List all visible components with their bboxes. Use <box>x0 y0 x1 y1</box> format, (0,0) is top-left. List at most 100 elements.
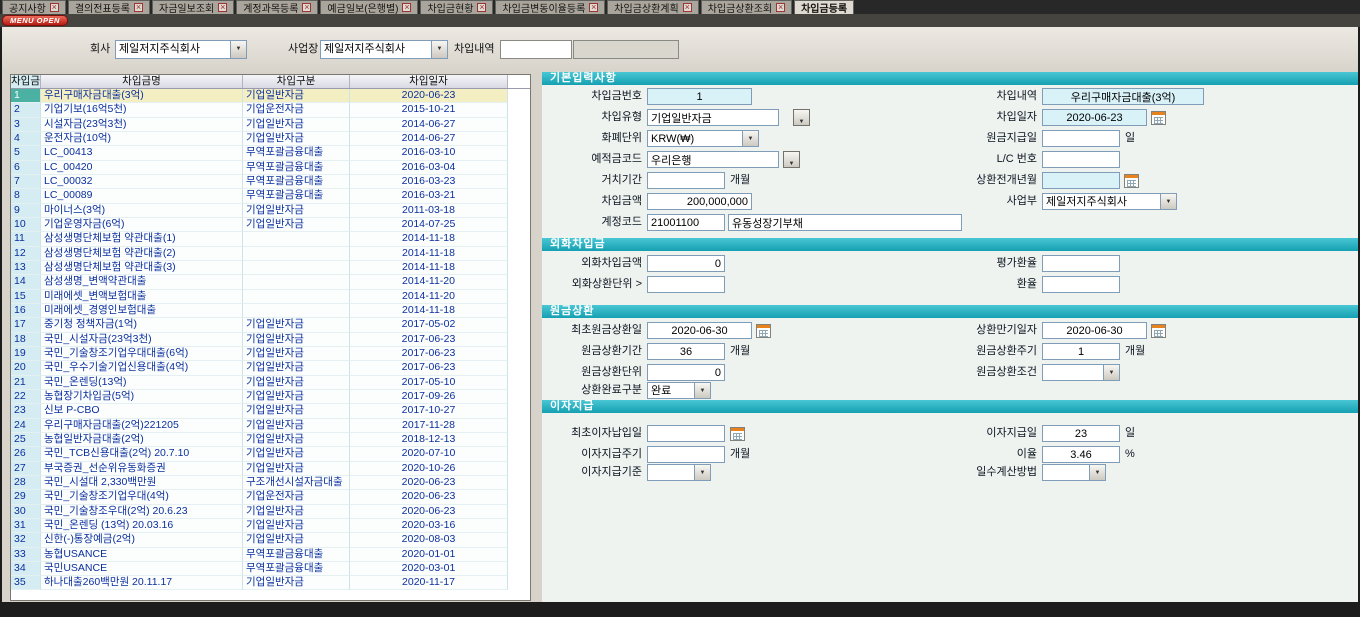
table-row[interactable]: 11 삼성생명단체보험 약관대출(1) 2014-11-18 <box>11 232 530 246</box>
table-row[interactable]: 22 농협장기차입금(5억) 기업일반자금 2017-09-26 <box>11 390 530 404</box>
cell-loan-date: 2015-10-21 <box>350 103 508 117</box>
tab[interactable]: 차입금상환계획 <box>607 0 698 14</box>
table-row[interactable]: 33 농협USANCE 무역포괄금융대출 2020-01-01 <box>11 548 530 562</box>
tab[interactable]: 차입금상환조회 <box>701 0 792 14</box>
tab-close-icon[interactable] <box>683 3 692 12</box>
interest-cycle-input[interactable] <box>647 446 725 463</box>
loan-date-input[interactable] <box>1042 109 1147 126</box>
menu-open-button[interactable]: MENU OPEN <box>2 15 68 26</box>
loan-desc-input[interactable] <box>1042 88 1204 105</box>
interest-rate-input[interactable] <box>1042 446 1120 463</box>
deposit-code-dropdown-icon[interactable] <box>783 151 800 168</box>
tab[interactable]: 자금일보조회 <box>152 0 234 14</box>
table-row[interactable]: 23 신보 P-CBO 기업일반자금 2017-10-27 <box>11 404 530 418</box>
table-row[interactable]: 3 시설자금(23억3천) 기업일반자금 2014-06-27 <box>11 118 530 132</box>
table-row[interactable]: 1 우리구매자금대출(3억) 기업일반자금 2020-06-23 <box>11 89 530 103</box>
table-row[interactable]: 27 부국증권_선순위유동화증권 기업일반자금 2020-10-26 <box>11 462 530 476</box>
table-row[interactable]: 12 삼성생명단체보험 약관대출(2) 2014-11-18 <box>11 247 530 261</box>
table-row[interactable]: 24 우리구매자금대출(2억)221205 기업일반자금 2017-11-28 <box>11 419 530 433</box>
interest-basis-select[interactable] <box>647 464 711 481</box>
tab[interactable]: 예금일보(은행별) <box>320 0 418 14</box>
loan-search-input[interactable] <box>500 40 572 59</box>
account-code-input[interactable] <box>647 214 725 231</box>
table-row[interactable]: 13 삼성생명단체보험 약관대출(3) 2014-11-18 <box>11 261 530 275</box>
table-row[interactable]: 28 국민_시설대 2,330백만원 구조개선시설자금대출 2020-06-23 <box>11 476 530 490</box>
table-row[interactable]: 19 국민_기술창조기업우대대출(6억) 기업일반자금 2017-06-23 <box>11 347 530 361</box>
tab[interactable]: 차입금등록 <box>794 0 854 14</box>
first-principal-date-input[interactable] <box>647 322 752 339</box>
table-row[interactable]: 20 국민_우수기술기업신용대출(4억) 기업일반자금 2017-06-23 <box>11 361 530 375</box>
tab-close-icon[interactable] <box>477 3 486 12</box>
calendar-icon[interactable] <box>1151 324 1166 338</box>
table-row[interactable]: 16 미래에셋_경영인보험대출 2014-11-18 <box>11 304 530 318</box>
loan-search-display <box>573 40 679 59</box>
tab[interactable]: 계정과목등록 <box>236 0 318 14</box>
table-row[interactable]: 14 삼성생명_변액약관대출 2014-11-20 <box>11 275 530 289</box>
tab-close-icon[interactable] <box>302 3 311 12</box>
table-row[interactable]: 29 국민_기술창조기업우대(4억) 기업운전자금 2020-06-23 <box>11 490 530 504</box>
fx-unit-input[interactable] <box>647 276 725 293</box>
day-count-select[interactable] <box>1042 464 1106 481</box>
loan-type-input[interactable] <box>647 109 779 126</box>
account-name-input[interactable] <box>728 214 962 231</box>
tab[interactable]: 차입금현황 <box>420 0 493 14</box>
table-row[interactable]: 17 중기청 정책자금(1억) 기업일반자금 2017-05-02 <box>11 318 530 332</box>
eval-rate-input[interactable] <box>1042 255 1120 272</box>
ex-rate-input[interactable] <box>1042 276 1120 293</box>
tab-close-icon[interactable] <box>134 3 143 12</box>
table-row[interactable]: 35 하나대출260백만원 20.11.17 기업일반자금 2020-11-17 <box>11 576 530 590</box>
repay-status-select[interactable]: 완료 <box>647 382 711 399</box>
table-row[interactable]: 8 LC_00089 무역포괄금융대출 2016-03-21 <box>11 189 530 203</box>
company-select[interactable]: 제일저지주식회사 <box>115 40 247 59</box>
loan-no-input[interactable] <box>647 88 752 105</box>
division-select[interactable]: 제일저지주식회사 <box>1042 193 1177 210</box>
site-select[interactable]: 제일저지주식회사 <box>320 40 448 59</box>
table-row[interactable]: 32 신한(-)통장예금(2억) 기업일반자금 2020-08-03 <box>11 533 530 547</box>
tab-close-icon[interactable] <box>589 3 598 12</box>
principal-period-input[interactable] <box>647 343 725 360</box>
principal-unit-input[interactable] <box>647 364 725 381</box>
table-row[interactable]: 31 국민_온렌딩 (13억) 20.03.16 기업일반자금 2020-03-… <box>11 519 530 533</box>
table-row[interactable]: 9 마이너스(3억) 기업일반자금 2011-03-18 <box>11 204 530 218</box>
table-row[interactable]: 26 국민_TCB신용대출(2억) 20.7.10 기업일반자금 2020-07… <box>11 447 530 461</box>
calendar-icon[interactable] <box>1124 174 1139 188</box>
first-interest-date-input[interactable] <box>647 425 725 442</box>
tab[interactable]: 차입금변동이율등록 <box>495 0 605 14</box>
cell-loan-name: 기업기보(16억5천) <box>41 103 243 117</box>
table-row[interactable]: 5 LC_00413 무역포괄금융대출 2016-03-10 <box>11 146 530 160</box>
calendar-icon[interactable] <box>756 324 771 338</box>
amount-input[interactable] <box>647 193 752 210</box>
table-row[interactable]: 6 LC_00420 무역포괄금융대출 2016-03-04 <box>11 161 530 175</box>
tab-close-icon[interactable] <box>218 3 227 12</box>
grace-input[interactable] <box>647 172 725 189</box>
table-row[interactable]: 30 국민_기술창조우대(2억) 20.6.23 기업일반자금 2020-06-… <box>11 505 530 519</box>
tab-close-icon[interactable] <box>776 3 785 12</box>
currency-select[interactable]: KRW(₩) <box>647 130 759 147</box>
principal-condition-select[interactable] <box>1042 364 1120 381</box>
pay-day-input[interactable] <box>1042 130 1120 147</box>
table-row[interactable]: 34 국민USANCE 무역포괄금융대출 2020-03-01 <box>11 562 530 576</box>
table-row[interactable]: 2 기업기보(16억5천) 기업운전자금 2015-10-21 <box>11 103 530 117</box>
tab-close-icon[interactable] <box>50 3 59 12</box>
before-ym-input[interactable] <box>1042 172 1120 189</box>
lc-no-input[interactable] <box>1042 151 1120 168</box>
tab-close-icon[interactable] <box>402 3 411 12</box>
table-row[interactable]: 4 운전자금(10억) 기업일반자금 2014-06-27 <box>11 132 530 146</box>
table-row[interactable]: 7 LC_00032 무역포괄금융대출 2016-03-23 <box>11 175 530 189</box>
calendar-icon[interactable] <box>730 427 745 441</box>
interest-day-input[interactable] <box>1042 425 1120 442</box>
deposit-code-input[interactable] <box>647 151 779 168</box>
table-row[interactable]: 25 농협일반자금대출(2억) 기업일반자금 2018-12-13 <box>11 433 530 447</box>
loan-type-dropdown-icon[interactable] <box>793 109 810 126</box>
cell-loan-type: 무역포괄금융대출 <box>243 146 350 160</box>
table-row[interactable]: 18 국민_시설자금(23억3천) 기업일반자금 2017-06-23 <box>11 333 530 347</box>
tab[interactable]: 결의전표등록 <box>68 0 150 14</box>
tab[interactable]: 공지사항 <box>2 0 66 14</box>
principal-cycle-input[interactable] <box>1042 343 1120 360</box>
maturity-date-input[interactable] <box>1042 322 1147 339</box>
fx-amount-input[interactable] <box>647 255 725 272</box>
table-row[interactable]: 10 기업운영자금(6억) 기업일반자금 2014-07-25 <box>11 218 530 232</box>
table-row[interactable]: 15 미래에셋_변액보험대출 2014-11-20 <box>11 290 530 304</box>
table-row[interactable]: 21 국민_온렌딩(13억) 기업일반자금 2017-05-10 <box>11 376 530 390</box>
calendar-icon[interactable] <box>1151 111 1166 125</box>
